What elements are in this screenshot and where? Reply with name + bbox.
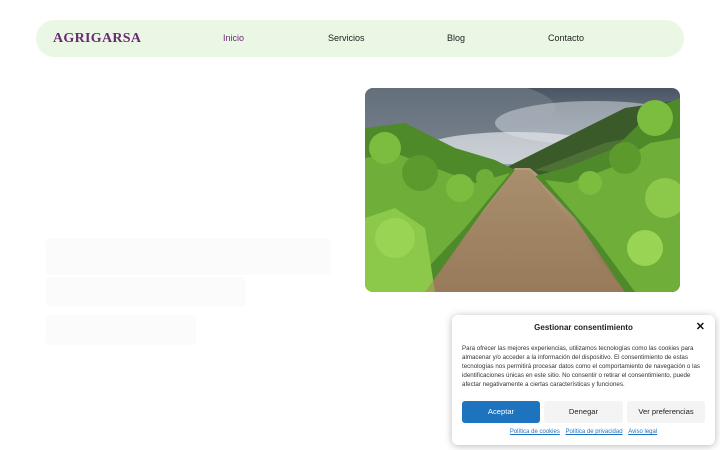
nav-link-servicios[interactable]: Servicios: [328, 33, 365, 43]
cookie-description: Para ofrecer las mejores experiencias, u…: [462, 345, 701, 388]
deny-button[interactable]: Denegar: [544, 401, 623, 423]
close-icon[interactable]: ✕: [696, 321, 705, 333]
vineyard-photo-icon: [365, 88, 680, 292]
privacy-policy-link[interactable]: Política de privacidad: [566, 429, 623, 435]
hero-vineyard-image: [365, 88, 680, 292]
hero-heading-placeholder: [46, 238, 346, 345]
cookie-consent-dialog: Gestionar consentimiento ✕ Para ofrecer …: [452, 315, 715, 445]
view-preferences-button[interactable]: Ver preferencias: [627, 401, 705, 423]
site-logo[interactable]: AGRIGARSA: [53, 31, 141, 47]
page: AGRIGARSA Inicio Servicios Blog Contacto: [0, 0, 720, 450]
cookie-policy-link[interactable]: Política de cookies: [510, 429, 560, 435]
nav-link-inicio[interactable]: Inicio: [223, 33, 244, 43]
legal-notice-link[interactable]: Aviso legal: [628, 429, 657, 435]
nav-link-blog[interactable]: Blog: [447, 33, 465, 43]
header-navbar: AGRIGARSA Inicio Servicios Blog Contacto: [36, 20, 684, 57]
accept-button[interactable]: Aceptar: [462, 401, 540, 423]
cookie-dialog-title: Gestionar consentimiento: [534, 323, 633, 332]
cookie-legal-links: Política de cookies Política de privacid…: [452, 429, 715, 435]
nav-link-contacto[interactable]: Contacto: [548, 33, 584, 43]
